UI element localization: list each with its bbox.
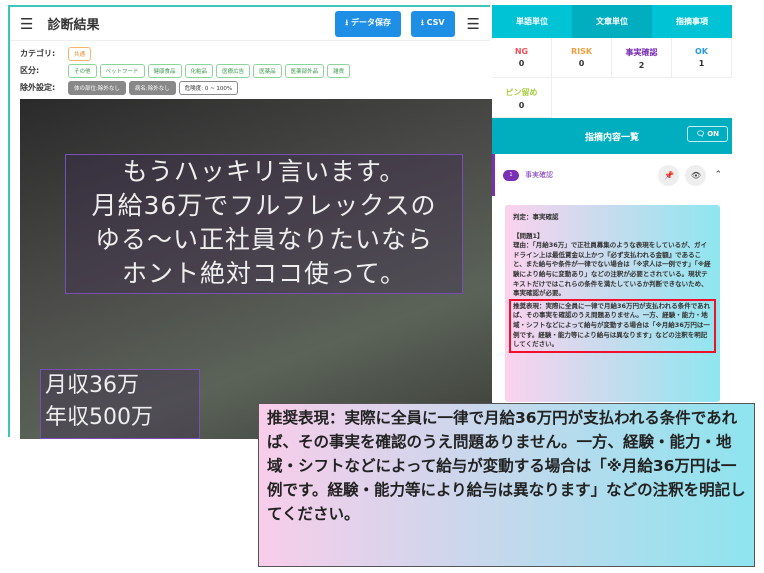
division-chip[interactable]: 雑貨 [327,63,351,78]
stat-fact-check[interactable]: 事実確認 2 [612,38,672,78]
division-chip[interactable]: 化粧品 [184,63,214,78]
issue-title: 【問題1】 [513,231,544,240]
stat-ng[interactable]: NG 0 [492,38,552,78]
text-line: 月給36万でフルフレックスの [91,191,437,220]
risk-range-chip[interactable]: 危険度: 0 ~ 100% [178,80,239,95]
issue-item[interactable]: 1 事実確認 📌 👁 ⌃ [492,154,732,196]
exclude-chip[interactable]: 体の部位:除外なし [68,80,126,95]
category-chip[interactable]: 共通 [68,46,92,61]
recommendation-highlight: 推奨表現：実際に全員に一律で月給36万円が支払われる条件であれば、その事実を確認… [509,298,716,353]
division-chip[interactable]: 医薬品 [253,63,282,78]
category-label: カテゴリ: [20,49,56,58]
results-panel: ☰ 診断結果 ⭳ データ保存 ⭳ CSV ☰ カテゴリ: 共通 区分: その他 ペ… [8,5,492,439]
stat-pinned[interactable]: ピン留め 0 [492,78,552,118]
stat-value: 0 [578,59,585,68]
review-panel: 単語単位 文章単位 指摘事項 NG 0 RISK 0 事実確認 2 OK 1 ピン留め 0… [492,5,732,402]
stat-label: RISK [570,47,593,56]
filters: カテゴリ: 共通 区分: その他 ペットフード 健康食品 化粧品 医療広告 医薬品… [10,41,490,100]
comment-icon: 🗨 [695,130,708,138]
text-line: ホント絶対ココ使って。 [121,259,406,288]
division-chip[interactable]: 医療広告 [216,63,251,78]
exclude-label: 除外設定: [20,83,56,92]
recommendation-callout: 推奨表現：実際に全員に一律で月給36万円が支払われる条件であれば、その事実を確認… [258,403,755,567]
text-line: もうハッキリ言います。 [122,157,406,186]
stat-label: ピン留め [505,88,538,97]
stat-value: 0 [518,59,525,68]
stat-value: 2 [638,61,645,70]
text-line: 年収500万 [45,405,153,430]
ad-image: もうハッキリ言います。 月給36万でフルフレックスの ゆる〜い正社員なりたいなら… [20,99,492,439]
division-label: 区分: [20,66,40,75]
division-chip[interactable]: 健康食品 [147,63,182,78]
chevron-up-icon[interactable]: ⌃ [714,170,722,180]
salary-text-highlight[interactable]: 月収36万 年収500万 [40,369,200,439]
more-menu-icon[interactable]: ☰ [467,15,480,33]
unit-tabs: 単語単位 文章単位 指摘事項 [492,5,732,38]
issue-number-badge: 1 [503,169,519,181]
tab-sentence[interactable]: 文章単位 [572,5,652,38]
issue-reason: 理由：「月給36万」で正社員募集のような表現をしているが、ガイドライン上は最低賃… [513,241,711,298]
toggle-on-button[interactable]: 🗨 ON [686,126,728,142]
verdict: 判定：事実確認 [513,213,559,221]
division-chip[interactable]: ペットフード [99,63,145,78]
tab-word[interactable]: 単語単位 [492,5,572,38]
stat-label: OK [695,47,708,56]
stat-label: NG [514,47,529,56]
menu-icon[interactable]: ☰ [20,15,33,33]
page-title: 診断結果 [47,18,100,33]
stat-value: 1 [698,59,705,68]
pin-icon[interactable]: 📌 [658,164,680,186]
save-data-button[interactable]: ⭳ データ保存 [335,10,401,37]
division-chip[interactable]: 医薬部外品 [284,63,325,78]
division-chip[interactable]: その他 [68,63,97,78]
issue-detail-card: 判定：事実確認 【問題1】 理由：「月給36万」で正社員募集のような表現をしてい… [505,205,720,402]
csv-button[interactable]: ⭳ CSV [410,10,455,37]
text-line: 月収36万 [45,373,139,398]
stats-grid: NG 0 RISK 0 事実確認 2 OK 1 ピン留め 0 [492,38,732,118]
exclude-chip[interactable]: 病名:除外なし [128,80,176,95]
issue-list-title: 指摘内容一覧 [584,132,639,143]
stat-risk[interactable]: RISK 0 [552,38,612,78]
issue-label: 事実確認 [525,171,553,179]
text-line: ゆる〜い正社員なりたいなら [94,225,433,254]
top-bar: ☰ 診断結果 ⭳ データ保存 ⭳ CSV ☰ [10,7,490,41]
eye-icon[interactable]: 👁 [685,164,707,186]
stat-value: 0 [518,101,525,110]
stat-label: 事実確認 [625,48,658,57]
stat-ok[interactable]: OK 1 [672,38,732,78]
issue-list-header: 指摘内容一覧 🗨 ON [492,118,732,154]
main-text-highlight[interactable]: もうハッキリ言います。 月給36万でフルフレックスの ゆる〜い正社員なりたいなら… [65,154,463,294]
tab-issues[interactable]: 指摘事項 [652,5,732,38]
